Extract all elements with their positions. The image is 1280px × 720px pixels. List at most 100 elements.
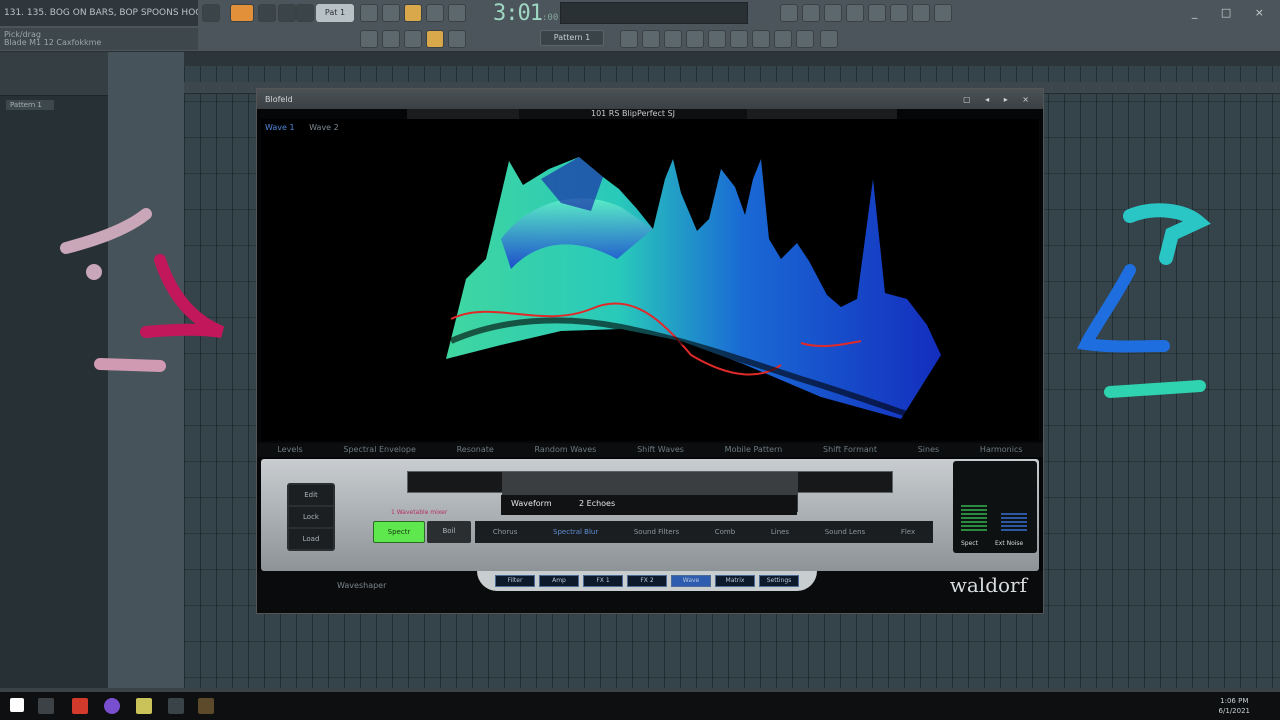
pattern-selector[interactable]: Pattern 1 bbox=[540, 30, 604, 46]
section-tab[interactable]: Spectral Envelope bbox=[343, 443, 415, 457]
browser-icon[interactable] bbox=[708, 30, 726, 48]
stop-button[interactable] bbox=[230, 4, 254, 22]
plugin-window-controls[interactable]: ▢ ◂ ▸ × bbox=[963, 95, 1035, 104]
waveform-popup[interactable]: Waveform 2 Echoes bbox=[501, 495, 797, 515]
project-info-icon[interactable] bbox=[774, 30, 792, 48]
play-icon[interactable] bbox=[258, 4, 276, 22]
patch-lock-button[interactable]: Lock bbox=[289, 507, 333, 527]
section-bar: Levels Spectral Envelope Resonate Random… bbox=[257, 443, 1043, 457]
effect-tab[interactable]: Chorus bbox=[493, 521, 518, 543]
app-icon[interactable] bbox=[104, 698, 120, 714]
clock-time: 1:06 PM bbox=[1220, 697, 1249, 705]
countdown-icon[interactable] bbox=[448, 4, 466, 22]
section-tab[interactable]: Sines bbox=[918, 443, 939, 457]
cpu-icon[interactable] bbox=[796, 30, 814, 48]
touch-controller-icon[interactable] bbox=[752, 30, 770, 48]
ext-noise-meter bbox=[1001, 511, 1027, 531]
online-icon[interactable] bbox=[912, 4, 930, 22]
spect-meter bbox=[961, 505, 987, 531]
effect-tabs: Chorus Spectral Blur Sound Filters Comb … bbox=[475, 521, 933, 543]
wavetable-3d-view[interactable] bbox=[261, 119, 1039, 441]
wave-tabs: Wave 1 Wave 2 bbox=[265, 123, 351, 132]
open-icon[interactable] bbox=[360, 30, 378, 48]
fl-studio-icon[interactable] bbox=[198, 698, 214, 714]
window-controls[interactable]: _ □ × bbox=[1192, 6, 1274, 19]
record-icon[interactable] bbox=[202, 4, 220, 22]
plugin-title: Blofeld bbox=[265, 94, 293, 104]
plugin-picker-icon[interactable] bbox=[730, 30, 748, 48]
section-tab[interactable]: Resonate bbox=[457, 443, 494, 457]
mixer-label: 1 Wavetable mixer bbox=[391, 509, 448, 516]
loop-icon[interactable] bbox=[278, 4, 296, 22]
nav-fx2-button[interactable]: FX 2 bbox=[627, 575, 667, 587]
help-icon[interactable] bbox=[846, 4, 864, 22]
nav-filter-button[interactable]: Filter bbox=[495, 575, 535, 587]
clock-date: 6/1/2021 bbox=[1218, 707, 1250, 715]
news-icon[interactable] bbox=[890, 4, 908, 22]
nav-amp-button[interactable]: Amp bbox=[539, 575, 579, 587]
effect-tab[interactable]: Lines bbox=[771, 521, 789, 543]
effect-tab[interactable]: Sound Filters bbox=[634, 521, 679, 543]
midi-icon[interactable] bbox=[802, 4, 820, 22]
section-tab[interactable]: Harmonics bbox=[980, 443, 1023, 457]
draw-tool-icon[interactable] bbox=[426, 30, 444, 48]
patch-edit-button[interactable]: Edit bbox=[289, 485, 333, 505]
brave-browser-icon[interactable] bbox=[72, 698, 88, 714]
effect-tab[interactable]: Sound Lens bbox=[825, 521, 865, 543]
hint-bar: Pick/drag Blade M1 12 Caxfokkme bbox=[0, 28, 198, 50]
windows-start-icon[interactable] bbox=[10, 698, 24, 712]
playlist-header bbox=[184, 52, 1280, 66]
main-toolbar: 131. 135. BOG ON BARS, BOP SPOONS HOOD 5… bbox=[0, 0, 1280, 52]
microphone-icon[interactable] bbox=[824, 4, 842, 22]
lcd-display bbox=[407, 471, 893, 512]
audio-editor-icon[interactable] bbox=[820, 30, 838, 48]
effect-tab[interactable]: Comb bbox=[715, 521, 735, 543]
hint-line-2: Blade M1 12 Caxfokkme bbox=[4, 38, 102, 47]
piano-roll-icon[interactable] bbox=[642, 30, 660, 48]
step-edit-icon[interactable] bbox=[404, 4, 422, 22]
plugin-titlebar[interactable]: Blofeld ▢ ◂ ▸ × bbox=[257, 89, 1043, 109]
shop-icon[interactable] bbox=[868, 4, 886, 22]
browser-header bbox=[0, 52, 108, 96]
wave-tab-2[interactable]: Wave 2 bbox=[309, 123, 339, 132]
wave-tab-1[interactable]: Wave 1 bbox=[265, 123, 295, 132]
spectral-toggle[interactable]: Spectr bbox=[373, 521, 425, 543]
settings-icon[interactable] bbox=[780, 4, 798, 22]
ext-noise-label: Ext Noise bbox=[995, 540, 1024, 547]
spect-label: Spect bbox=[961, 540, 978, 547]
playlist-icon[interactable] bbox=[620, 30, 638, 48]
nav-matrix-button[interactable]: Matrix bbox=[715, 575, 755, 587]
app-icon[interactable] bbox=[168, 698, 184, 714]
time-suffix: :00 bbox=[541, 13, 559, 23]
account-icon[interactable] bbox=[934, 4, 952, 22]
typing-keyboard-icon[interactable] bbox=[382, 4, 400, 22]
task-view-icon[interactable] bbox=[38, 698, 54, 714]
pattern-song-button[interactable]: Pat 1 bbox=[316, 4, 354, 22]
preset-name[interactable]: 101 RS BlipPerfect SJ bbox=[519, 109, 747, 119]
file-explorer-icon[interactable] bbox=[136, 698, 152, 714]
mixer-icon[interactable] bbox=[686, 30, 704, 48]
nav-wave-button[interactable]: Wave bbox=[671, 575, 711, 587]
control-panel: Edit Lock Load Waveform 2 Echoes 1 Wavet… bbox=[261, 459, 1039, 571]
export-icon[interactable] bbox=[404, 30, 422, 48]
metronome-icon[interactable] bbox=[296, 4, 314, 22]
section-tab[interactable]: Mobile Pattern bbox=[725, 443, 783, 457]
nav-settings-button[interactable]: Settings bbox=[759, 575, 799, 587]
snap-icon[interactable] bbox=[360, 4, 378, 22]
patch-load-button[interactable]: Load bbox=[289, 529, 333, 549]
save-icon[interactable] bbox=[382, 30, 400, 48]
paint-tool-icon[interactable] bbox=[448, 30, 466, 48]
system-clock[interactable]: 1:06 PM 6/1/2021 bbox=[1219, 696, 1250, 716]
blend-notes-icon[interactable] bbox=[426, 4, 444, 22]
level-meters: Spect Ext Noise bbox=[953, 461, 1037, 553]
section-tab[interactable]: Shift Formant bbox=[823, 443, 877, 457]
section-tab[interactable]: Levels bbox=[277, 443, 302, 457]
effect-tab[interactable]: Flex bbox=[901, 521, 915, 543]
effect-tab[interactable]: Spectral Blur bbox=[553, 521, 598, 543]
nav-fx1-button[interactable]: FX 1 bbox=[583, 575, 623, 587]
channel-rack-icon[interactable] bbox=[664, 30, 682, 48]
section-tab[interactable]: Shift Waves bbox=[637, 443, 684, 457]
browser-tab[interactable]: Pattern 1 bbox=[6, 100, 54, 110]
boil-toggle[interactable]: Boil bbox=[427, 521, 471, 543]
section-tab[interactable]: Random Waves bbox=[535, 443, 597, 457]
